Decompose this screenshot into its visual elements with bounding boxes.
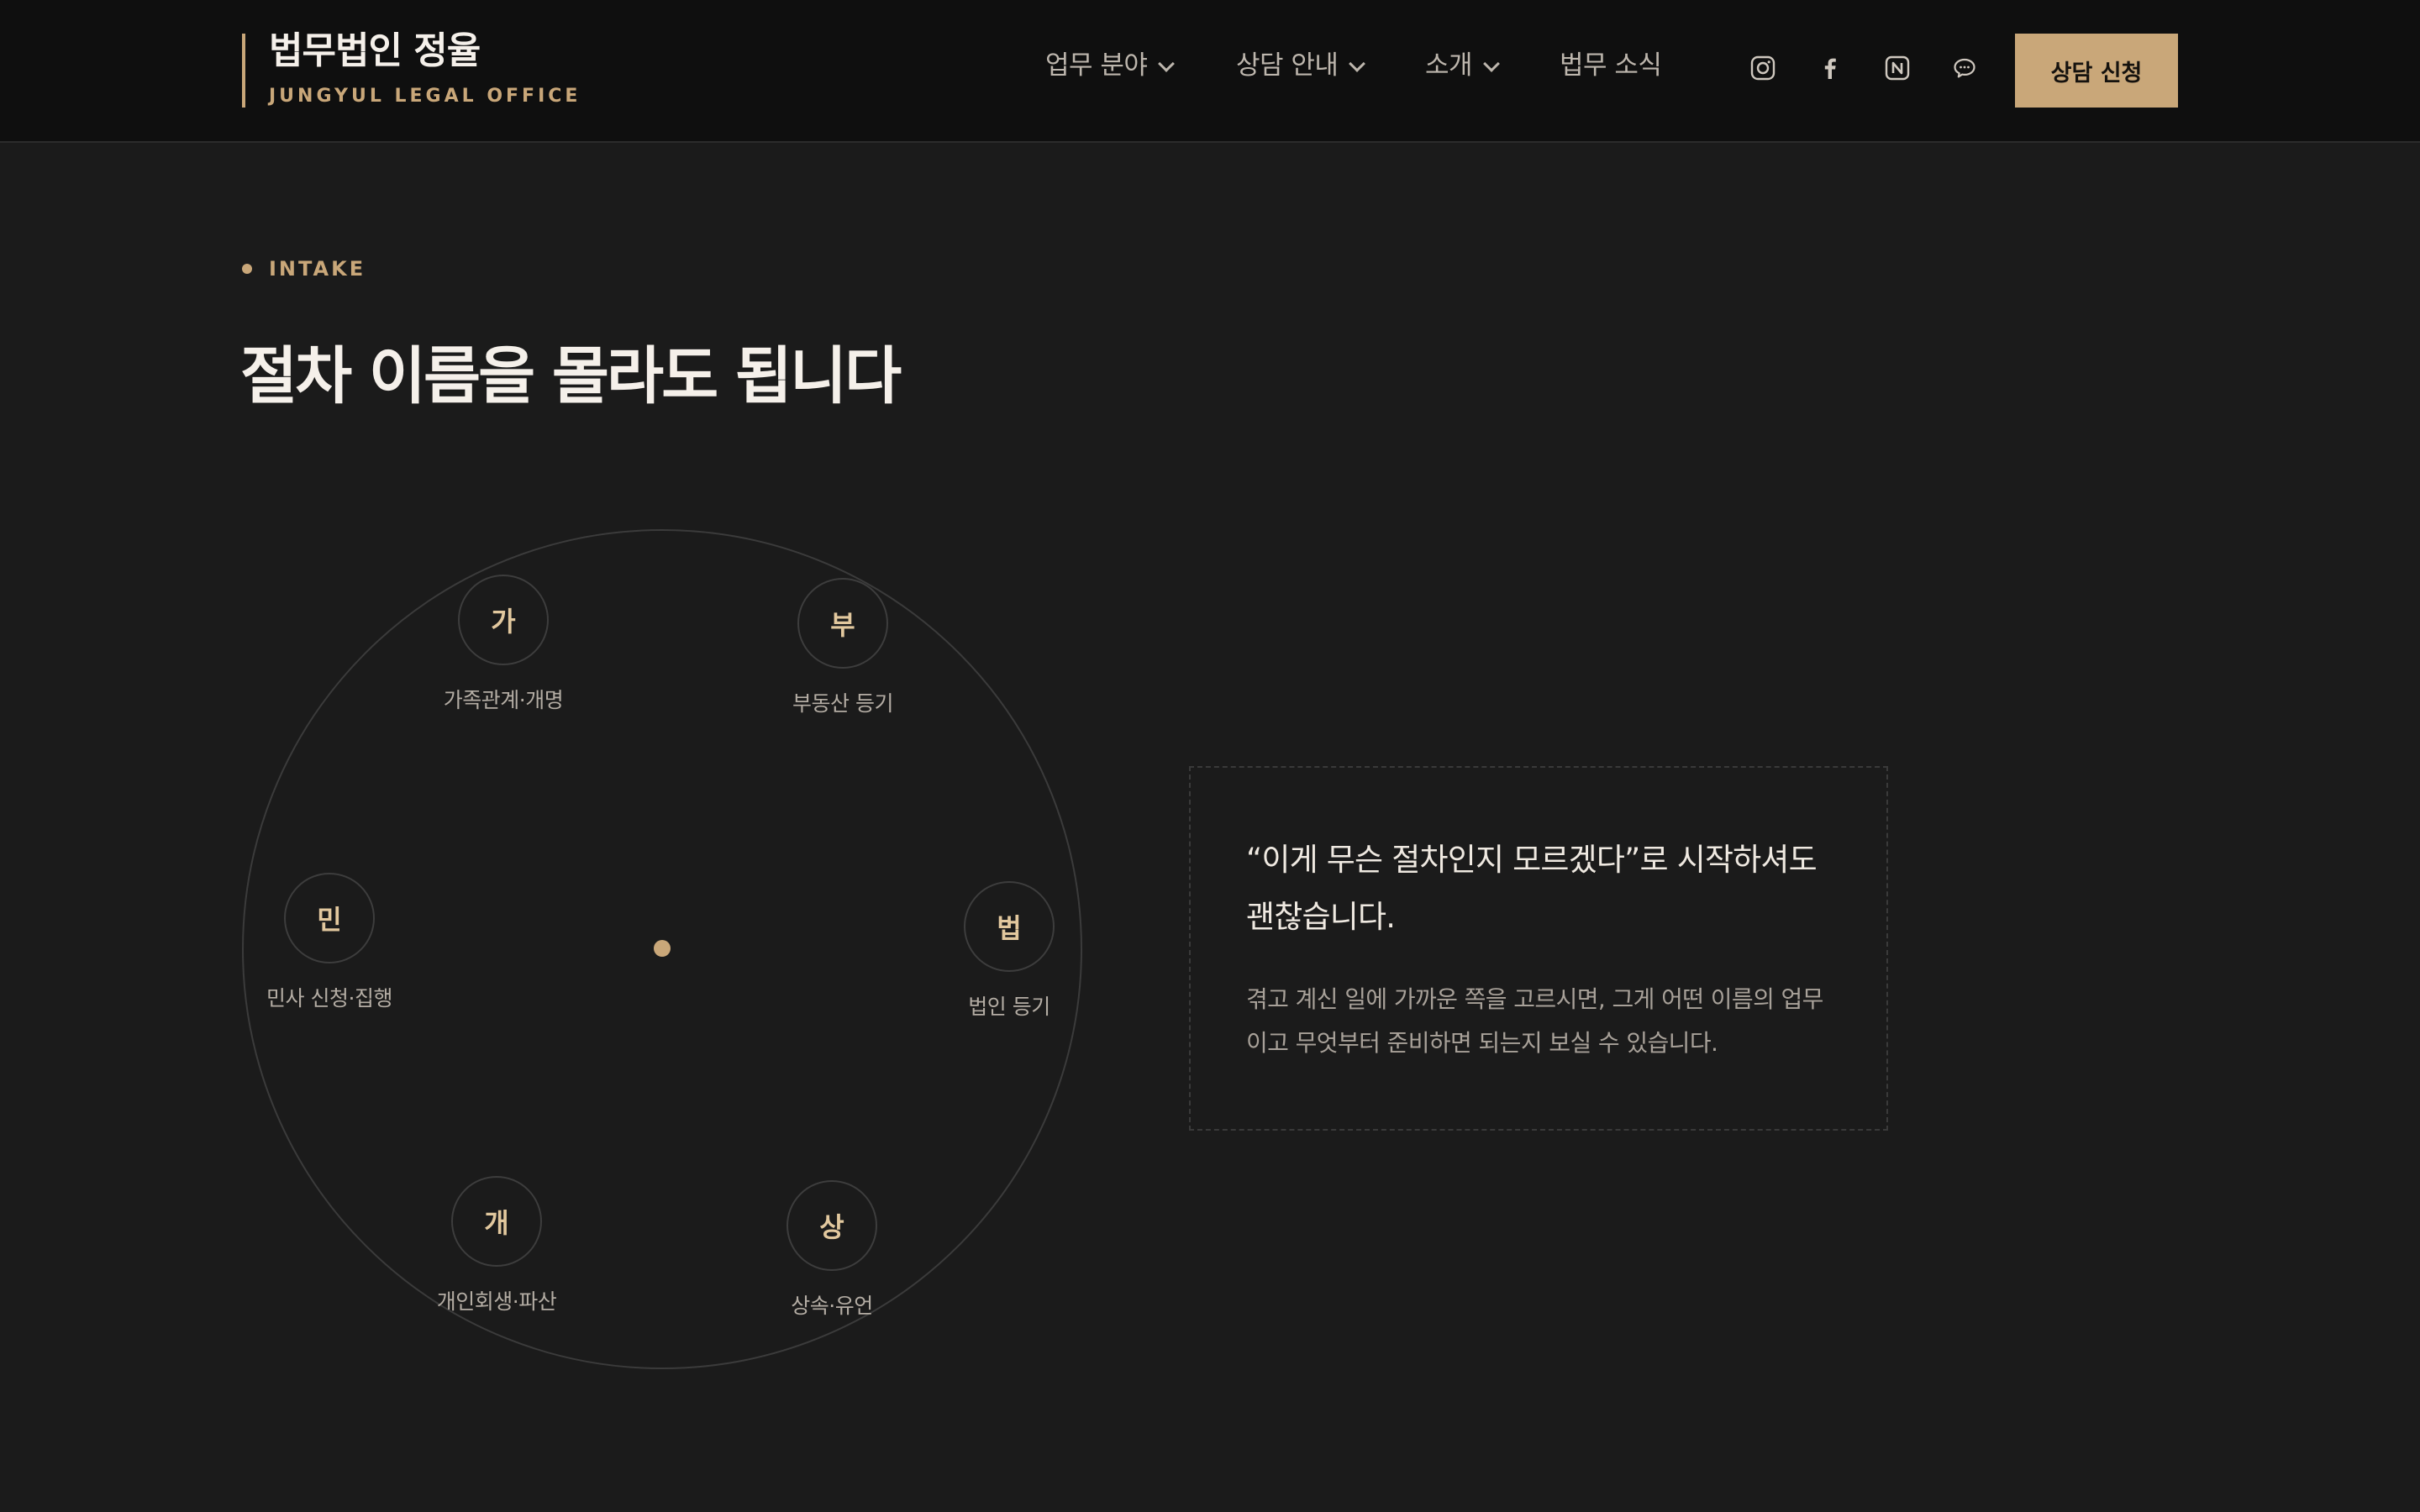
nav-practice-areas[interactable]: 업무 분야	[1045, 44, 1176, 81]
node-circle: 개	[451, 1176, 542, 1267]
node-initial: 개	[484, 1207, 509, 1239]
section-heading: 절차 이름을 몰라도 됩니다	[240, 340, 902, 412]
node-circle: 가	[458, 575, 549, 665]
category-node-corporate-registry[interactable]: 법 법인 등기	[883, 881, 1135, 1021]
brand-title: 법무법인 정율	[269, 29, 481, 72]
nav-legal-news[interactable]: 법무 소식	[1560, 44, 1662, 81]
node-initial: 법	[997, 912, 1022, 944]
eyebrow-dot	[242, 264, 252, 274]
node-circle: 상	[786, 1180, 877, 1271]
chevron-down-icon	[1483, 55, 1500, 72]
node-label: 가족관계·개명	[443, 688, 564, 712]
node-initial: 민	[317, 904, 342, 936]
category-node-inheritance-will[interactable]: 상 상속·유언	[706, 1180, 958, 1320]
nav-label: 법무 소식	[1560, 50, 1662, 81]
node-label: 개인회생·파산	[436, 1289, 557, 1314]
info-body-text: 겪고 계신 일에 가까운 쪽을 고르시면, 그게 어떤 이름의 업무이고 무엇부…	[1246, 985, 1823, 1057]
chevron-down-icon	[1158, 55, 1176, 72]
section-eyebrow: INTAKE	[242, 257, 366, 281]
category-node-real-estate-registry[interactable]: 부 부동산 등기	[717, 578, 969, 717]
kakaotalk-icon[interactable]	[1952, 55, 1977, 81]
eyebrow-label: INTAKE	[269, 257, 366, 281]
nav-label: 소개	[1425, 50, 1473, 81]
brand-subtitle: JUNGYUL LEGAL OFFICE	[269, 86, 581, 107]
naver-blog-icon[interactable]	[1885, 55, 1910, 81]
nav-label: 상담 안내	[1236, 50, 1339, 81]
node-circle: 민	[284, 873, 375, 963]
site-header: 법무법인 정율 JUNGYUL LEGAL OFFICE 업무 분야 상담 안내…	[0, 0, 2420, 143]
category-node-rehabilitation-bankruptcy[interactable]: 개 개인회생·파산	[371, 1176, 623, 1315]
brand-logo[interactable]: 법무법인 정율 JUNGYUL LEGAL OFFICE	[242, 30, 581, 108]
node-label: 법인 등기	[968, 995, 1050, 1019]
node-label: 상속·유언	[791, 1294, 873, 1318]
category-node-civil-execution[interactable]: 민 민사 신청·집행	[203, 873, 455, 1012]
node-label: 민사 신청·집행	[266, 986, 392, 1011]
orbit-center-dot	[654, 940, 671, 957]
consultation-request-button[interactable]: 상담 신청	[2015, 34, 2178, 108]
nav-label: 업무 분야	[1045, 50, 1148, 81]
node-initial: 상	[819, 1211, 844, 1243]
chevron-down-icon	[1349, 55, 1366, 72]
intake-info-box: “이게 무슨 절차인지 모르겠다”로 시작하셔도 괜찮습니다. 겪고 계신 일에…	[1189, 766, 1888, 1131]
nav-consultation-guide[interactable]: 상담 안내	[1236, 44, 1366, 81]
node-circle: 부	[797, 578, 888, 669]
node-initial: 부	[830, 609, 855, 641]
node-label: 부동산 등기	[792, 691, 893, 716]
node-initial: 가	[491, 606, 516, 638]
info-lead-text: “이게 무슨 절차인지 모르겠다”로 시작하셔도 괜찮습니다.	[1246, 842, 1818, 935]
category-node-family-name-change[interactable]: 가 가족관계·개명	[377, 575, 629, 714]
facebook-icon[interactable]	[1818, 55, 1843, 81]
instagram-icon[interactable]	[1750, 55, 1776, 81]
nav-about[interactable]: 소개	[1425, 44, 1500, 81]
node-circle: 법	[964, 881, 1055, 972]
